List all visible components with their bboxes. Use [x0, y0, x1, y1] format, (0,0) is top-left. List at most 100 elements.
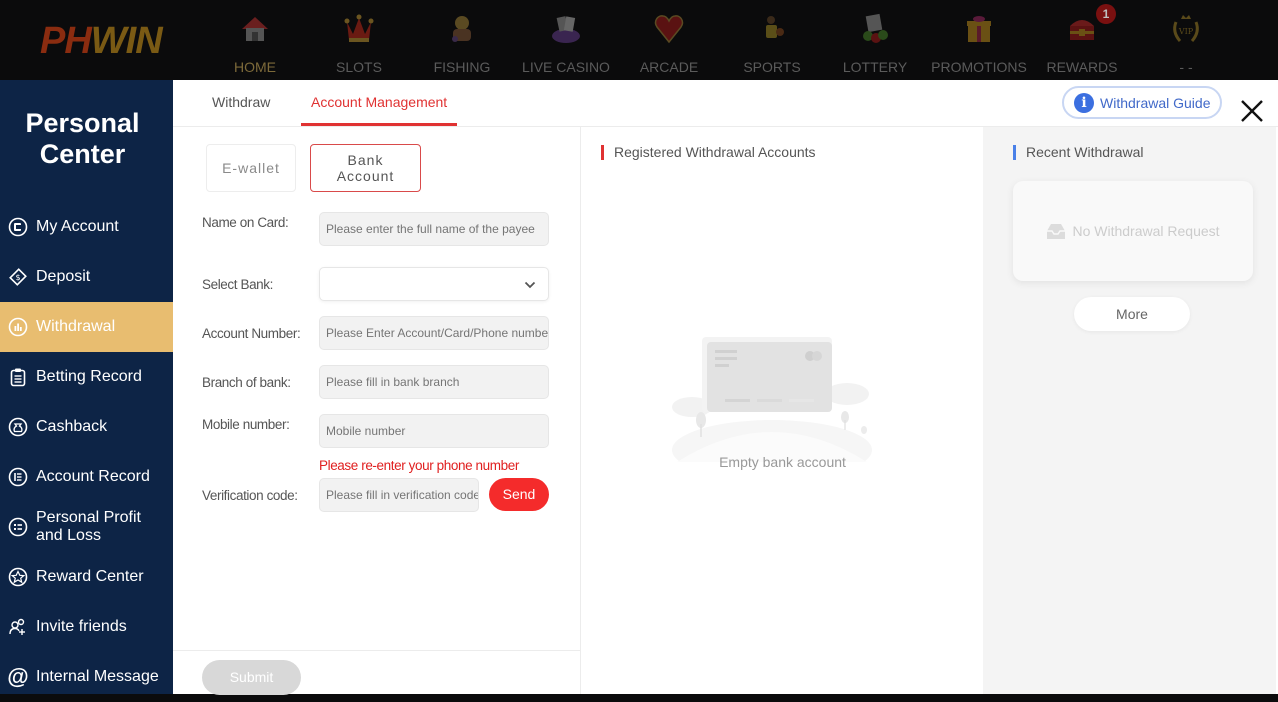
- top-navigation: PHWIN HOME SLOTS FISHING LIVE CASINO ARC…: [0, 0, 1278, 80]
- bank-label-line2: Account: [336, 168, 395, 184]
- nav-slots-label: SLOTS: [336, 59, 382, 75]
- sidebar-item-betting-record[interactable]: Betting Record: [0, 352, 173, 402]
- section-marker: [601, 144, 604, 160]
- sidebar-item-label: Deposit: [36, 268, 91, 285]
- clipboard-icon: [8, 367, 28, 387]
- active-tab-indicator: [301, 123, 457, 126]
- sidebar-item-label: Cashback: [36, 418, 108, 435]
- registered-accounts-panel: Registered Withdrawal Accounts Empty ban…: [582, 127, 983, 694]
- sidebar-item-label: My Account: [36, 218, 119, 235]
- sidebar-item-my-account[interactable]: My Account: [0, 202, 173, 252]
- gift-icon: [967, 16, 991, 42]
- sidebar-item-label: Account Record: [36, 468, 150, 485]
- withdrawal-guide-button[interactable]: i Withdrawal Guide: [1062, 86, 1222, 119]
- tab-account-management[interactable]: Account Management: [311, 94, 447, 110]
- sidebar-item-label: Betting Record: [36, 368, 142, 385]
- registered-accounts-header: Registered Withdrawal Accounts: [601, 144, 816, 160]
- nav-rewards[interactable]: 1 REWARDS: [1032, 0, 1132, 80]
- account-number-input[interactable]: [319, 316, 549, 350]
- chevron-down-icon: [524, 281, 536, 289]
- sidebar-item-label: Reward Center: [36, 568, 144, 585]
- sidebar-item-withdrawal[interactable]: Withdrawal: [0, 302, 173, 352]
- at-icon: @: [7, 664, 29, 689]
- tabs-bar: Withdraw Account Management i Withdrawal…: [173, 80, 1278, 127]
- name-on-card-label: Name on Card:: [202, 215, 289, 230]
- ewallet-label: E-wallet: [222, 160, 280, 176]
- profit-loss-icon: [8, 517, 28, 537]
- sidebar-item-profit-loss[interactable]: Personal Profit and Loss: [0, 502, 173, 552]
- nav-slots[interactable]: SLOTS: [309, 0, 409, 80]
- empty-bank-card-illustration: [672, 337, 872, 462]
- submit-bar: Submit: [173, 650, 581, 695]
- vip-text: VIP: [1178, 27, 1194, 36]
- record-list-icon: [8, 467, 28, 487]
- sidebar-item-label: Internal Message: [36, 668, 159, 685]
- svg-text:$: $: [15, 273, 20, 282]
- close-icon[interactable]: [1239, 98, 1265, 124]
- nav-fishing-label: FISHING: [433, 59, 491, 75]
- sidebar-title-line1: Personal: [25, 108, 140, 138]
- recent-withdrawal-panel: Recent Withdrawal No Withdrawal Request …: [983, 127, 1276, 694]
- personal-center-sidebar: Personal Center My Account $ Deposit Wit…: [0, 80, 173, 694]
- bank-account-label: Bank Account: [337, 152, 395, 184]
- recent-withdrawal-title: Recent Withdrawal: [1026, 144, 1144, 160]
- select-bank-dropdown[interactable]: [319, 267, 549, 301]
- nav-lottery[interactable]: LOTTERY: [825, 0, 925, 80]
- nav-arcade-label: ARCADE: [639, 59, 699, 75]
- deposit-icon: $: [8, 267, 28, 287]
- nav-fishing[interactable]: FISHING: [412, 0, 512, 80]
- name-on-card-input[interactable]: [319, 212, 549, 246]
- more-button[interactable]: More: [1074, 297, 1190, 331]
- tab-withdraw[interactable]: Withdraw: [212, 94, 270, 110]
- recent-withdrawal-card: No Withdrawal Request: [1013, 181, 1253, 281]
- phwin-logo[interactable]: PHWIN: [40, 20, 200, 64]
- sidebar-item-label: Invite friends: [36, 618, 127, 635]
- send-code-button[interactable]: Send: [489, 478, 549, 511]
- info-icon: i: [1074, 92, 1094, 113]
- nav-promotions[interactable]: PROMOTIONS: [929, 0, 1029, 80]
- rewards-badge: 1: [1096, 4, 1116, 24]
- branch-of-bank-input[interactable]: [319, 365, 549, 399]
- mobile-number-label: Mobile number:: [202, 417, 290, 432]
- recent-withdrawal-header: Recent Withdrawal: [1013, 144, 1144, 160]
- sidebar-title-line2: Center: [39, 139, 126, 169]
- ewallet-type-button[interactable]: E-wallet: [206, 144, 296, 192]
- nav-live-casino[interactable]: LIVE CASINO: [516, 0, 616, 80]
- empty-tray-icon: [1047, 224, 1066, 239]
- nav-home-label: HOME: [234, 59, 276, 75]
- withdrawal-guide-label: Withdrawal Guide: [1100, 94, 1211, 111]
- sidebar-item-account-record[interactable]: Account Record: [0, 452, 173, 502]
- sidebar-item-reward-center[interactable]: Reward Center: [0, 552, 173, 602]
- section-marker: [1013, 144, 1016, 160]
- bank-label-line1: Bank: [347, 152, 384, 168]
- withdrawal-icon: [8, 317, 28, 337]
- nav-home[interactable]: HOME: [205, 0, 305, 80]
- sidebar-item-deposit[interactable]: $ Deposit: [0, 252, 173, 302]
- logo-text-win: WIN: [90, 20, 163, 62]
- select-bank-label: Select Bank:: [202, 277, 273, 292]
- logo-text-ph: PH: [40, 20, 92, 62]
- nav-vip[interactable]: VIP - -: [1136, 0, 1236, 80]
- basketball-player-icon: [766, 16, 784, 38]
- account-icon: [8, 217, 28, 237]
- money-bag-icon: [8, 417, 28, 437]
- main-content: Withdraw Account Management i Withdrawal…: [173, 80, 1278, 695]
- verification-code-input[interactable]: [319, 478, 479, 512]
- nav-sports[interactable]: SPORTS: [722, 0, 822, 80]
- nav-promotions-label: PROMOTIONS: [931, 59, 1027, 75]
- sidebar-item-cashback[interactable]: Cashback: [0, 402, 173, 452]
- nav-lottery-label: LOTTERY: [842, 59, 908, 75]
- star-icon: [8, 567, 28, 587]
- mobile-number-input[interactable]: [319, 414, 549, 448]
- sidebar-title: Personal Center: [0, 108, 165, 170]
- invite-friends-icon: [8, 617, 28, 637]
- bank-account-type-button[interactable]: Bank Account: [310, 144, 421, 192]
- branch-of-bank-label: Branch of bank:: [202, 375, 291, 390]
- sidebar-item-invite-friends[interactable]: Invite friends: [0, 602, 173, 652]
- sidebar-item-internal-message[interactable]: @ Internal Message: [0, 652, 173, 702]
- nav-sports-label: SPORTS: [743, 59, 801, 75]
- bank-account-form: E-wallet BankAccount Name on Card: Selec…: [173, 127, 581, 695]
- nav-arcade[interactable]: ARCADE: [619, 0, 719, 80]
- submit-button[interactable]: Submit: [202, 660, 301, 695]
- verification-code-label: Verification code:: [202, 488, 298, 503]
